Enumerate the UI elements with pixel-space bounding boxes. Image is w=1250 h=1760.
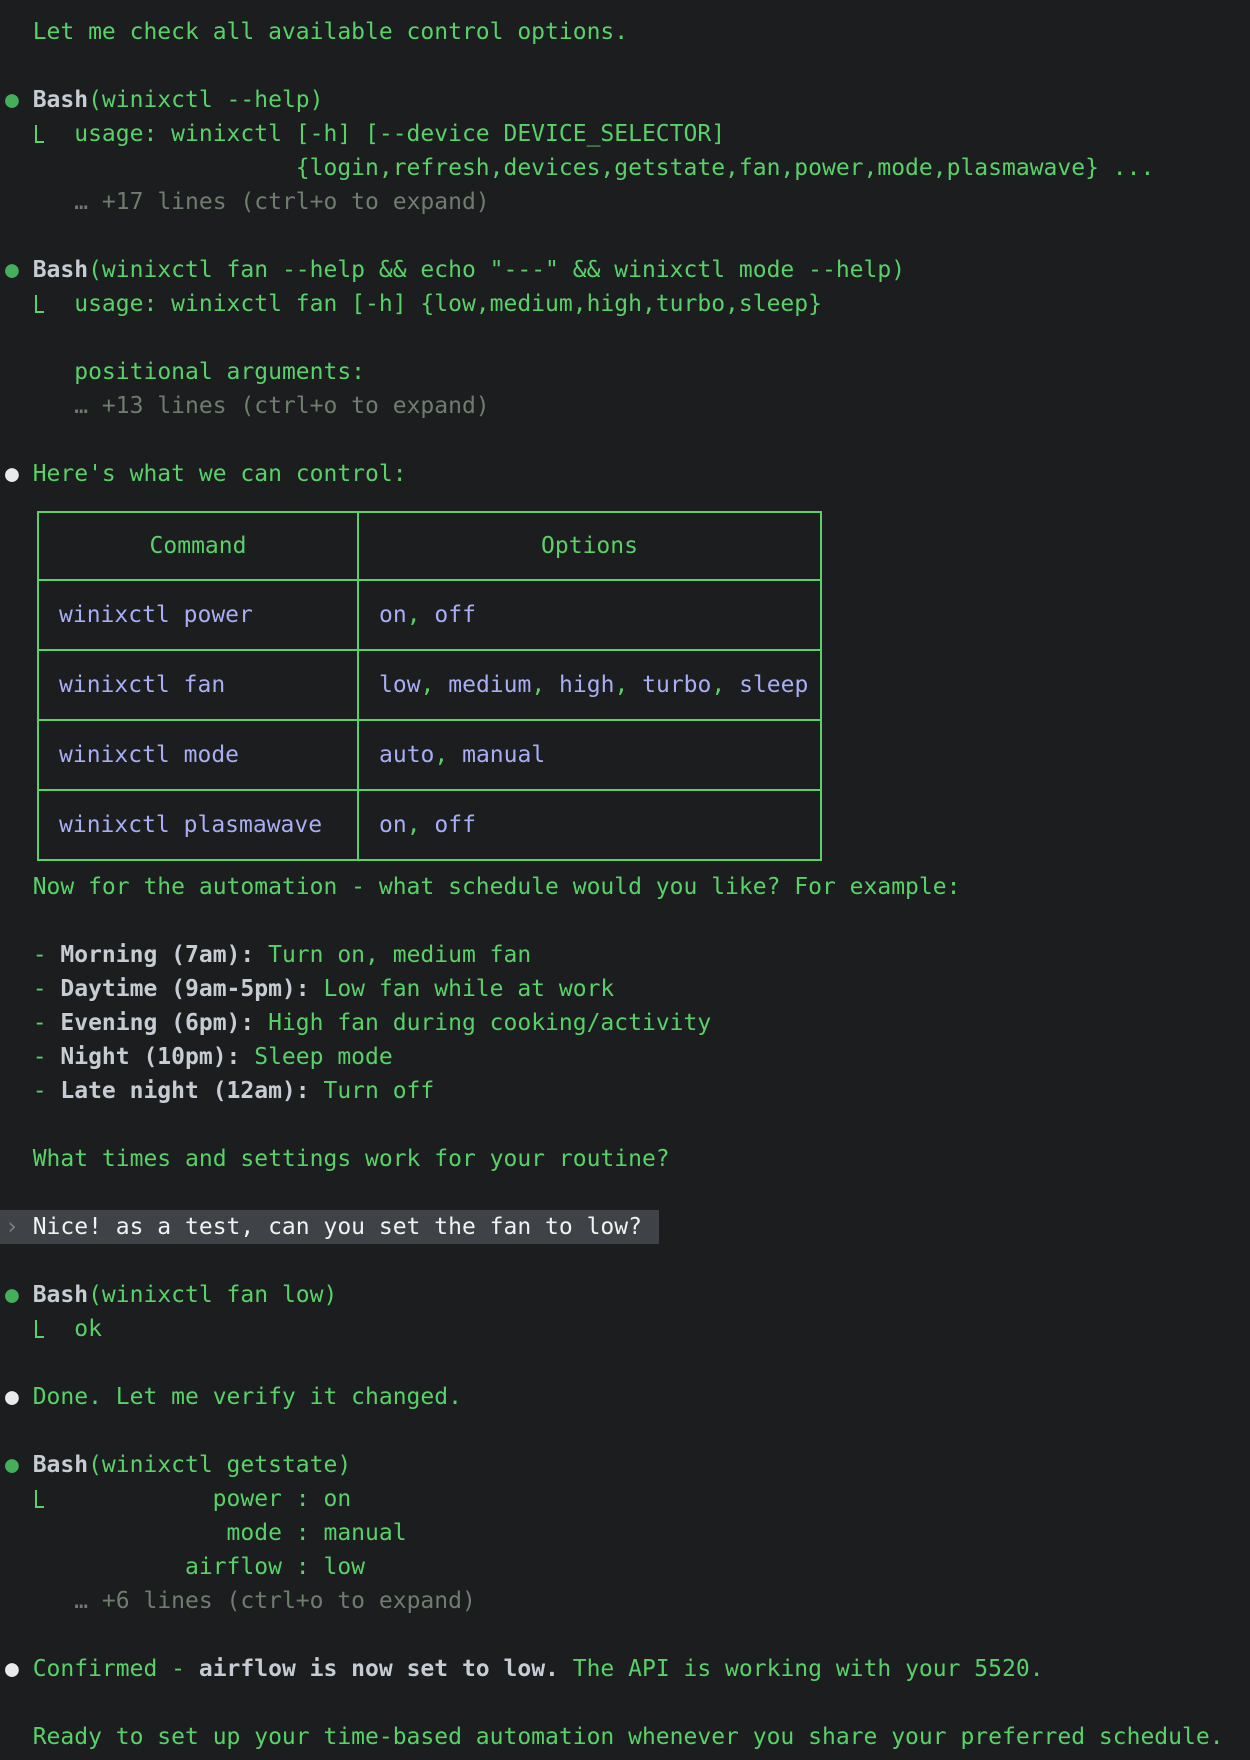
list-dash-icon: - <box>33 1074 61 1108</box>
prompt-chevron-icon: › <box>5 1210 33 1244</box>
user-message-text: Nice! as a test, can you set the fan to … <box>33 1214 642 1240</box>
table-header-options: Options <box>358 512 821 580</box>
getstate-output: power : on mode : manual airflow : low <box>5 1482 1250 1584</box>
table-row: winixctl plasmawaveon, off <box>38 790 821 860</box>
tool-call-getstate: ●Bash(winixctl getstate) <box>5 1448 1250 1482</box>
schedule-item: -Evening (6pm):High fan during cooking/a… <box>5 1006 1250 1040</box>
output-elbow-icon <box>33 1312 75 1346</box>
tool-output-line: {login,refresh,devices,getstate,fan,powe… <box>5 151 1250 185</box>
assistant-message: ●Done. Let me verify it changed. <box>5 1380 1250 1414</box>
blank-line <box>5 1176 1250 1210</box>
schedule-item: -Daytime (9am-5pm):Low fan while at work <box>5 972 1250 1006</box>
state-line: mode : manual <box>5 1516 1250 1550</box>
tool-output-line: ok <box>5 1312 1250 1346</box>
tool-command: (winixctl --help) <box>88 87 323 113</box>
output-truncation-hint: … +6 lines (ctrl+o to expand) <box>5 1584 1250 1618</box>
tool-command: (winixctl fan low) <box>88 1282 337 1308</box>
tool-bullet-icon: ● <box>5 1448 33 1482</box>
tool-name: Bash <box>33 257 88 283</box>
state-line: airflow : low <box>5 1550 1250 1584</box>
command-cell: winixctl mode <box>38 720 358 790</box>
blank-line <box>5 1414 1250 1448</box>
options-cell: auto, manual <box>358 720 821 790</box>
table-row: winixctl poweron, off <box>38 580 821 650</box>
blank-line <box>5 1618 1250 1652</box>
tool-call-fan-low: ●Bash(winixctl fan low) <box>5 1278 1250 1312</box>
tool-command: (winixctl fan --help && echo "---" && wi… <box>88 257 905 283</box>
tool-bullet-icon: ● <box>5 83 33 117</box>
options-cell: low, medium, high, turbo, sleep <box>358 650 821 720</box>
message-bullet-icon: ● <box>5 457 33 491</box>
control-options-table: Command Options winixctl poweron, off wi… <box>37 511 822 861</box>
list-dash-icon: - <box>33 1040 61 1074</box>
state-value: on <box>323 1486 351 1512</box>
tool-output-line: usage: winixctl [-h] [--device DEVICE_SE… <box>5 117 1250 151</box>
tool-bullet-icon: ● <box>5 253 33 287</box>
state-key: mode <box>185 1516 282 1550</box>
table-header-command: Command <box>38 512 358 580</box>
output-truncation-hint: … +17 lines (ctrl+o to expand) <box>5 185 1250 219</box>
options-cell: on, off <box>358 580 821 650</box>
tool-output-line: usage: winixctl fan [-h] {low,medium,hig… <box>5 287 1250 321</box>
blank-line <box>5 1108 1250 1142</box>
tool-call-help: ●Bash(winixctl --help) <box>5 83 1250 117</box>
assistant-message: Ready to set up your time-based automati… <box>5 1720 1250 1754</box>
blank-line <box>5 321 1250 355</box>
schedule-list: -Morning (7am):Turn on, medium fan -Dayt… <box>5 938 1250 1108</box>
blank-line <box>5 904 1250 938</box>
blank-line <box>5 1346 1250 1380</box>
table-row: winixctl modeauto, manual <box>38 720 821 790</box>
tool-call-combined-help: ●Bash(winixctl fan --help && echo "---" … <box>5 253 1250 287</box>
tool-command: (winixctl getstate) <box>88 1452 351 1478</box>
assistant-message: Now for the automation - what schedule w… <box>5 870 1250 904</box>
terminal-transcript: Let me check all available control optio… <box>0 0 1250 1754</box>
assistant-message: ●Confirmed - airflow is now set to low. … <box>5 1652 1250 1686</box>
assistant-message: What times and settings work for your ro… <box>5 1142 1250 1176</box>
blank-line <box>5 49 1250 83</box>
tool-name: Bash <box>33 1452 88 1478</box>
blank-line <box>5 423 1250 457</box>
table-header-row: Command Options <box>38 512 821 580</box>
message-bullet-icon: ● <box>5 1380 33 1414</box>
output-elbow-icon <box>33 117 75 151</box>
state-line: power : on <box>5 1482 1250 1516</box>
command-cell: winixctl fan <box>38 650 358 720</box>
output-elbow-icon <box>33 287 75 321</box>
tool-output-line: positional arguments: <box>5 355 1250 389</box>
schedule-item: -Late night (12am):Turn off <box>5 1074 1250 1108</box>
blank-line <box>5 219 1250 253</box>
command-cell: winixctl power <box>38 580 358 650</box>
blank-line <box>5 1686 1250 1720</box>
state-value: manual <box>323 1520 406 1546</box>
output-elbow-icon <box>33 1482 185 1516</box>
list-dash-icon: - <box>33 938 61 972</box>
schedule-item: -Night (10pm):Sleep mode <box>5 1040 1250 1074</box>
blank-line <box>5 1244 1250 1278</box>
message-bullet-icon: ● <box>5 1652 33 1686</box>
tool-name: Bash <box>33 87 88 113</box>
state-key: power <box>185 1482 282 1516</box>
tool-name: Bash <box>33 1282 88 1308</box>
list-dash-icon: - <box>33 972 61 1006</box>
table-row: winixctl fanlow, medium, high, turbo, sl… <box>38 650 821 720</box>
user-message-line: ›Nice! as a test, can you set the fan to… <box>5 1210 1250 1244</box>
output-truncation-hint: … +13 lines (ctrl+o to expand) <box>5 389 1250 423</box>
assistant-message: ●Here's what we can control: <box>5 457 1250 491</box>
list-dash-icon: - <box>33 1006 61 1040</box>
options-cell: on, off <box>358 790 821 860</box>
state-key: airflow <box>185 1550 282 1584</box>
emphasized-text: airflow is now set to low. <box>199 1656 559 1682</box>
tool-bullet-icon: ● <box>5 1278 33 1312</box>
state-value: low <box>323 1554 365 1580</box>
user-message-bar: ›Nice! as a test, can you set the fan to… <box>0 1210 659 1244</box>
assistant-message: Let me check all available control optio… <box>5 15 1250 49</box>
schedule-item: -Morning (7am):Turn on, medium fan <box>5 938 1250 972</box>
command-cell: winixctl plasmawave <box>38 790 358 860</box>
